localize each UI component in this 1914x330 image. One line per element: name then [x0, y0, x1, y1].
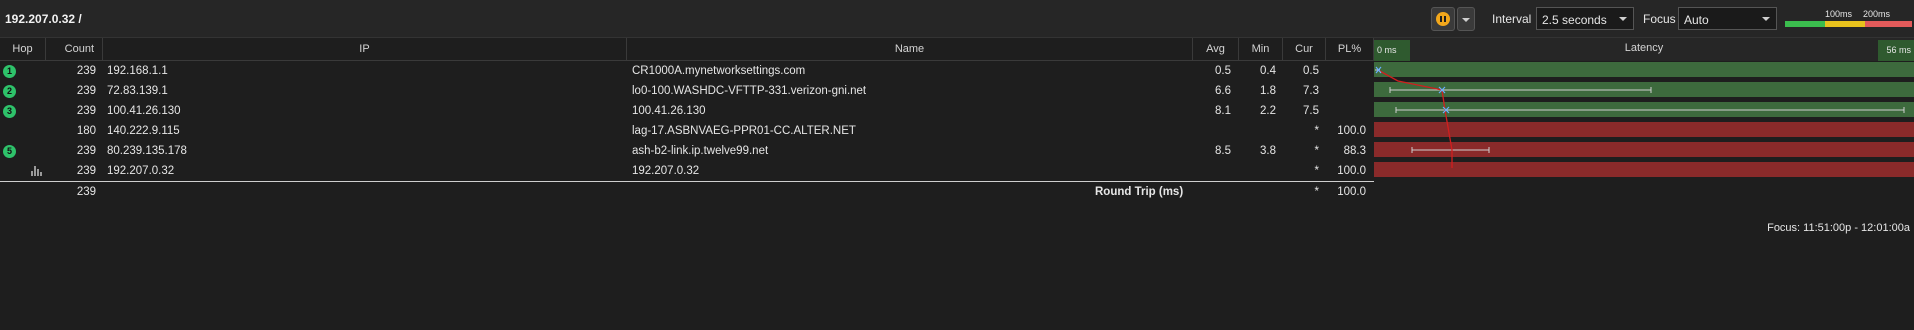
count-cell: 239	[76, 85, 96, 97]
name-cell: lo0-100.WASHDC-VFTTP-331.verizon-gni.net	[632, 85, 867, 97]
scale-label-200: 200ms	[1863, 9, 1891, 19]
cur-cell: 7.5	[1303, 105, 1319, 117]
count-cell: 180	[76, 125, 96, 137]
pause-dropdown-button[interactable]	[1457, 7, 1475, 31]
col-ip[interactable]: IP	[103, 38, 627, 60]
interval-label: Interval	[1492, 12, 1532, 26]
ip-cell: 140.222.9.115	[107, 125, 180, 137]
min-cell: 3.8	[1260, 145, 1276, 157]
avg-cell: 8.5	[1215, 145, 1231, 157]
col-count[interactable]: Count	[46, 38, 103, 60]
count-cell: 239	[76, 65, 96, 77]
latency-scale-legend: 100ms 200ms	[1785, 8, 1913, 28]
table-row[interactable]: 239 192.207.0.32 192.207.0.32 * 100.0	[0, 161, 1374, 181]
scale-bar-warn	[1825, 21, 1865, 27]
col-cur[interactable]: Cur	[1283, 38, 1326, 60]
pause-icon	[1436, 12, 1450, 26]
min-cell	[1239, 161, 1276, 181]
col-name[interactable]: Name	[627, 38, 1193, 60]
name-cell: 192.207.0.32	[632, 165, 700, 177]
total-count: 239	[76, 186, 96, 198]
scale-bar-good	[1785, 21, 1825, 27]
pl-cell: 100.0	[1337, 165, 1366, 177]
latency-trace	[1375, 66, 1905, 168]
avg-cell	[1193, 121, 1231, 141]
col-min[interactable]: Min	[1239, 38, 1283, 60]
min-cell	[1239, 121, 1276, 141]
count-cell: 239	[76, 145, 96, 157]
count-cell: 239	[76, 165, 96, 177]
scale-label-100: 100ms	[1825, 9, 1853, 19]
hop-number-badge: 1	[3, 65, 16, 78]
latency-graph[interactable]: 0 ms Latency 56 ms Focus: 11:51:00p - 12…	[1374, 38, 1914, 234]
trace-table: Hop Count IP Name Avg Min Cur PL% 1 239 …	[0, 38, 1374, 201]
min-cell: 0.4	[1260, 65, 1276, 77]
count-cell: 239	[76, 105, 96, 117]
target-title: 192.207.0.32 /	[5, 12, 82, 26]
scale-bar-bad	[1865, 21, 1912, 27]
table-row[interactable]: 5 239 80.239.135.178 ash-b2-link.ip.twel…	[0, 141, 1374, 161]
name-cell: CR1000A.mynetworksettings.com	[632, 65, 806, 77]
focus-range-text: Focus: 11:51:00p - 12:01:00a	[1767, 222, 1910, 234]
chevron-down-icon	[1619, 17, 1627, 21]
ip-cell: 72.83.139.1	[107, 85, 168, 97]
pl-cell	[1326, 61, 1366, 81]
min-cell: 2.2	[1260, 105, 1276, 117]
pl-cell	[1326, 101, 1366, 121]
cur-cell: *	[1314, 165, 1319, 177]
name-cell: 100.41.26.130	[632, 105, 706, 117]
ip-cell: 192.207.0.32	[107, 165, 175, 177]
round-trip-row: 239 Round Trip (ms) * 100.0	[0, 181, 1374, 201]
focus-label: Focus	[1643, 12, 1676, 26]
table-row[interactable]: 2 239 72.83.139.1 lo0-100.WASHDC-VFTTP-3…	[0, 81, 1374, 101]
col-avg[interactable]: Avg	[1193, 38, 1239, 60]
cur-cell: *	[1314, 125, 1319, 137]
hop-number-badge: 5	[3, 145, 16, 158]
toolbar: 192.207.0.32 / Interval 2.5 seconds Focu…	[0, 0, 1914, 38]
ip-cell: 192.168.1.1	[107, 65, 168, 77]
name-cell: ash-b2-link.ip.twelve99.net	[632, 145, 769, 157]
hop-number-badge: 2	[3, 85, 16, 98]
total-cur: *	[1314, 186, 1319, 198]
table-row[interactable]: 1 239 192.168.1.1 CR1000A.mynetworksetti…	[0, 61, 1374, 81]
hop-number-badge: 3	[3, 105, 16, 118]
avg-cell	[1193, 161, 1231, 181]
pl-cell	[1326, 81, 1366, 101]
pl-cell: 88.3	[1343, 145, 1366, 157]
cur-cell: 0.5	[1303, 65, 1319, 77]
focus-value: Auto	[1684, 13, 1709, 27]
table-row[interactable]: 3 239 100.41.26.130 100.41.26.130 8.1 2.…	[0, 101, 1374, 121]
avg-cell: 8.1	[1215, 105, 1231, 117]
ip-cell: 100.41.26.130	[107, 105, 181, 117]
cur-cell: *	[1314, 145, 1319, 157]
chevron-down-icon	[1762, 17, 1770, 21]
interval-select[interactable]: 2.5 seconds	[1536, 7, 1634, 30]
pl-cell: 100.0	[1337, 125, 1366, 137]
table-header: Hop Count IP Name Avg Min Cur PL%	[0, 38, 1374, 61]
focus-select[interactable]: Auto	[1678, 7, 1777, 30]
latency-range-lines	[1375, 69, 1905, 153]
avg-cell: 6.6	[1215, 85, 1231, 97]
min-cell: 1.8	[1260, 85, 1276, 97]
col-pl[interactable]: PL%	[1326, 38, 1374, 60]
name-cell: lag-17.ASBNVAEG-PPR01-CC.ALTER.NET	[632, 125, 856, 137]
pause-button[interactable]	[1431, 7, 1455, 31]
col-hop[interactable]: Hop	[0, 38, 46, 60]
total-pl: 100.0	[1337, 186, 1366, 198]
interval-value: 2.5 seconds	[1542, 13, 1607, 27]
cur-cell: 7.3	[1303, 85, 1319, 97]
chevron-down-icon	[1462, 18, 1470, 22]
ip-cell: 80.239.135.178	[107, 145, 187, 157]
table-row[interactable]: 180 140.222.9.115 lag-17.ASBNVAEG-PPR01-…	[0, 121, 1374, 141]
round-trip-label: Round Trip (ms)	[1095, 186, 1184, 198]
bar-chart-icon[interactable]	[31, 166, 43, 176]
avg-cell: 0.5	[1215, 65, 1231, 77]
latency-trace-line	[1377, 69, 1453, 168]
table-body: 1 239 192.168.1.1 CR1000A.mynetworksetti…	[0, 61, 1374, 181]
